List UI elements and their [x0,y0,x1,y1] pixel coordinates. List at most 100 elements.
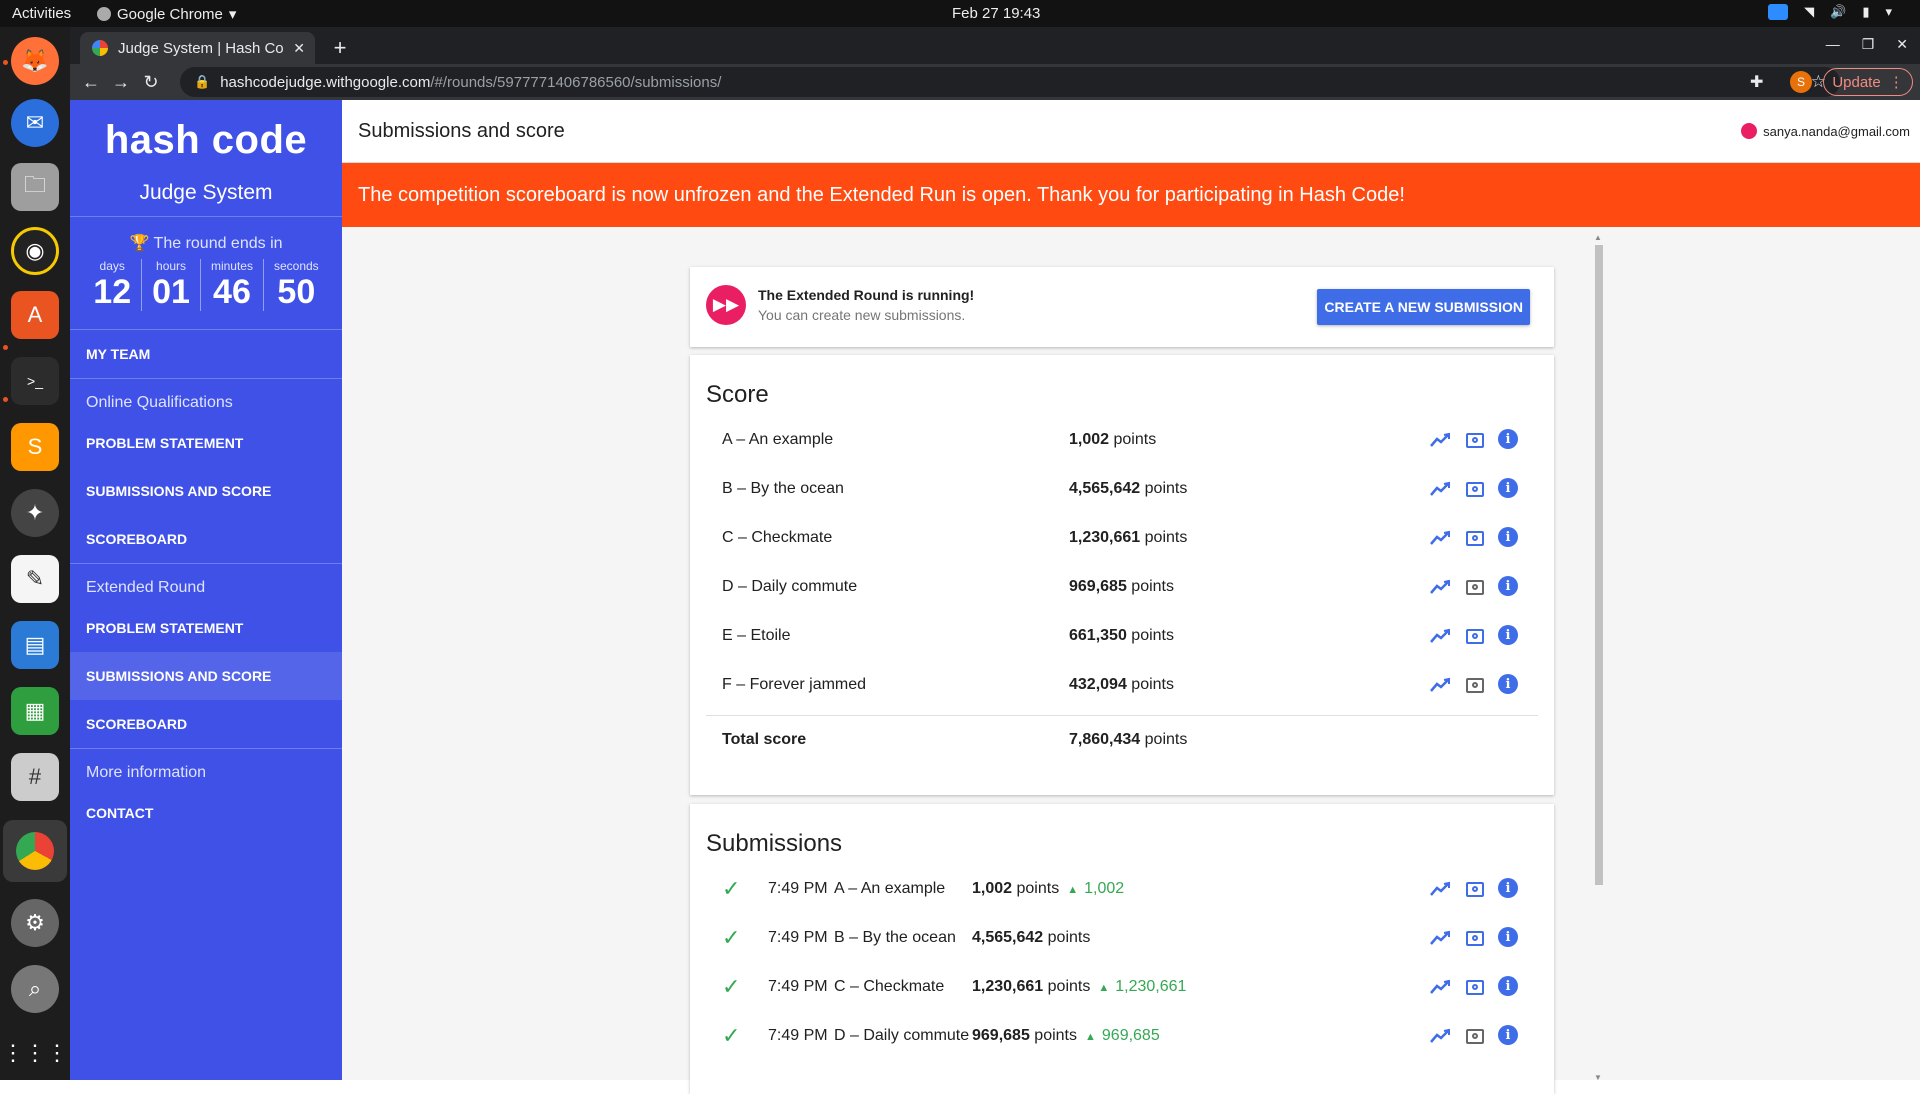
caret-down-icon: ▾ [228,6,237,23]
kebab-menu-icon[interactable]: ⋮ [1889,73,1904,91]
view-output-icon[interactable] [1464,927,1486,949]
user-account[interactable]: sanya.nanda@gmail.com [1741,123,1910,139]
back-icon[interactable]: ← [78,69,104,95]
view-output-icon[interactable] [1464,1025,1486,1047]
extensions-icon[interactable]: ✚ [1750,72,1763,92]
trending-chart-icon[interactable] [1430,625,1452,647]
nav-contact[interactable]: CONTACT [70,789,342,837]
nav-online-submissions[interactable]: SUBMISSIONS AND SCORE [70,467,342,515]
nav-my-team[interactable]: MY TEAM [70,330,342,378]
info-icon[interactable]: i [1498,878,1518,898]
app-icon[interactable]: ✦ [11,489,59,537]
browser-toolbar: ← → ↻ 🔒 hashcodejudge.withgoogle.com /#/… [70,64,1920,100]
view-output-icon[interactable] [1464,429,1486,451]
lock-icon[interactable]: 🔒 [194,74,210,90]
info-icon[interactable]: i [1498,927,1518,947]
info-icon[interactable]: i [1498,1025,1518,1045]
scroll-up-arrow-icon[interactable]: ▲ [1594,233,1602,242]
thunderbird-icon[interactable]: ✉ [11,99,59,147]
search-icon[interactable]: ⌕ [11,965,59,1013]
trending-chart-icon[interactable] [1430,927,1452,949]
terminal-icon[interactable]: >_ [11,357,59,405]
nav-extended-problem-statement[interactable]: PROBLEM STATEMENT [70,604,342,652]
new-tab-button[interactable]: + [326,34,354,62]
problem-name: D – Daily commute [722,578,858,595]
info-icon[interactable]: i [1498,625,1518,645]
settings-icon[interactable]: ⚙ [11,899,59,947]
row-actions: i [1430,576,1518,598]
app-menu[interactable]: Google Chrome ▾ [97,5,236,23]
profile-avatar[interactable]: S [1790,71,1812,93]
create-submission-button[interactable]: CREATE A NEW SUBMISSION [1317,289,1530,325]
forward-icon[interactable]: → [108,69,134,95]
trending-chart-icon[interactable] [1430,527,1452,549]
problem-points: 432,094 points [1069,676,1174,694]
view-output-icon[interactable] [1464,976,1486,998]
view-output-icon[interactable] [1464,527,1486,549]
eye-frame-icon [1466,481,1484,497]
calculator-icon[interactable]: # [11,753,59,801]
address-bar[interactable]: 🔒 hashcodejudge.withgoogle.com /#/rounds… [180,67,1840,97]
trending-chart-icon[interactable] [1430,1025,1452,1047]
trending-chart-icon[interactable] [1430,878,1452,900]
info-icon[interactable]: i [1498,576,1518,596]
close-window-icon[interactable]: ✕ [1896,36,1908,53]
reload-icon[interactable]: ↻ [138,69,164,95]
minimize-icon[interactable]: — [1826,36,1840,53]
view-output-icon[interactable] [1464,674,1486,696]
improvement-value: 1,002 [1084,880,1125,897]
main-content: Submissions and score sanya.nanda@gmail.… [342,100,1920,1094]
chrome-dock-icon[interactable] [3,820,67,882]
caret-down-icon: ▾ [1885,4,1892,19]
rhythmbox-icon[interactable]: ◉ [11,227,59,275]
check-icon: ✓ [722,876,741,901]
activities-button[interactable]: Activities [12,5,71,22]
files-icon[interactable]: 🗀 [11,163,59,211]
app-grid-icon[interactable]: ⋮⋮⋮ [2,1029,68,1077]
trending-chart-icon[interactable] [1430,576,1452,598]
sublime-icon[interactable]: S [11,423,59,471]
scrollbar-thumb[interactable] [1595,245,1603,885]
tab-judge-system[interactable]: Judge System | Hash Code ✕ [80,32,315,64]
nav-online-scoreboard[interactable]: SCOREBOARD [70,515,342,563]
zoom-icon[interactable] [1768,4,1789,20]
info-icon[interactable]: i [1498,674,1518,694]
view-output-icon[interactable] [1464,878,1486,900]
submission-time: 7:49 PM [768,929,828,946]
nav-extended-submissions[interactable]: SUBMISSIONS AND SCORE [70,652,342,700]
submission-problem: D – Daily commute [834,1027,970,1044]
info-icon[interactable]: i [1498,429,1518,449]
firefox-icon[interactable]: 🦊 [11,37,59,85]
text-editor-icon[interactable]: ✎ [11,555,59,603]
update-button[interactable]: Update ⋮ [1823,68,1913,96]
info-icon[interactable]: i [1498,976,1518,996]
nav-online-problem-statement[interactable]: PROBLEM STATEMENT [70,419,342,467]
view-output-icon[interactable] [1464,478,1486,500]
scroll-down-arrow-icon[interactable]: ▼ [1594,1073,1602,1082]
trending-chart-icon[interactable] [1430,674,1452,696]
trending-chart-icon[interactable] [1430,429,1452,451]
trending-chart-icon[interactable] [1430,478,1452,500]
hash-code-logo[interactable]: hash code [70,118,342,163]
trending-chart-icon[interactable] [1430,976,1452,998]
writer-icon[interactable]: ▤ [11,621,59,669]
restore-icon[interactable]: ❐ [1862,36,1875,53]
score-row: E – Etoile 661,350 points i [706,613,1538,661]
section-online-qualifications: Online Qualifications [86,394,233,411]
problem-points: 1,230,661 points [1069,529,1187,547]
view-output-icon[interactable] [1464,576,1486,598]
calc-icon[interactable]: ▦ [11,687,59,735]
close-tab-icon[interactable]: ✕ [293,40,305,57]
score-title: Score [706,381,769,408]
countdown-value: 46 [213,273,251,311]
extended-round-status-card: ▶▶ The Extended Round is running! You ca… [690,267,1554,347]
clock[interactable]: Feb 27 19:43 [952,5,1040,22]
software-icon[interactable]: A [11,291,59,339]
info-icon[interactable]: i [1498,478,1518,498]
view-output-icon[interactable] [1464,625,1486,647]
info-icon[interactable]: i [1498,527,1518,547]
system-tray[interactable]: ◥ 🔊 ▮ ▾ [1768,4,1892,20]
nav-extended-scoreboard[interactable]: SCOREBOARD [70,700,342,748]
scrollbar[interactable]: ▲ ▼ [1593,233,1605,1082]
score-row: D – Daily commute 969,685 points i [706,564,1538,612]
